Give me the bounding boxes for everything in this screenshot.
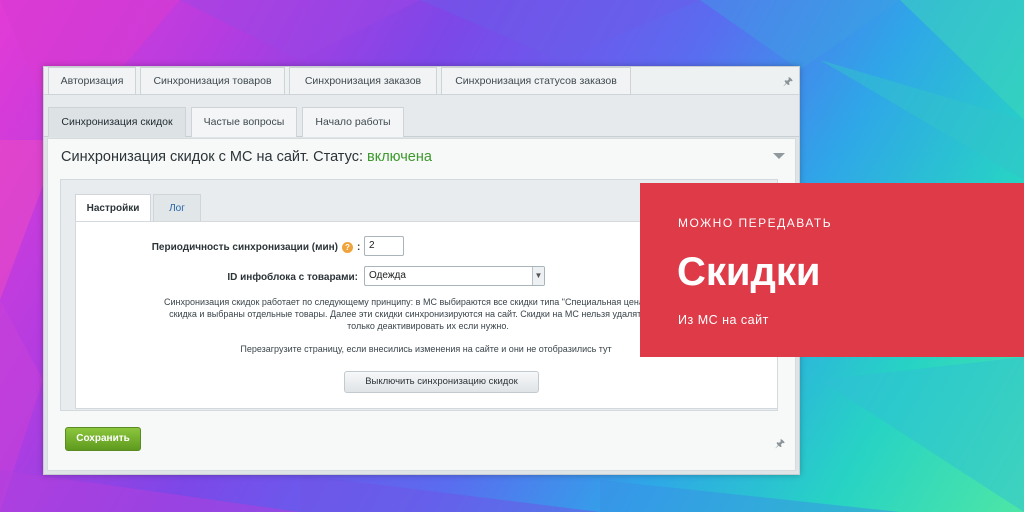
banner-subtitle: Из МС на сайт xyxy=(678,313,769,327)
tab-log[interactable]: Лог xyxy=(153,194,201,222)
period-input[interactable]: 2 xyxy=(364,236,404,256)
tab-getting-started[interactable]: Начало работы xyxy=(302,107,404,137)
top-tabs: Авторизация Синхронизация товаров Синхро… xyxy=(44,67,799,95)
tab-orders-sync[interactable]: Синхронизация заказов xyxy=(289,67,437,95)
promo-banner: МОЖНО ПЕРЕДАВАТЬ Скидки Из МС на сайт xyxy=(640,183,1024,357)
iblock-select-value: Одежда xyxy=(369,270,406,281)
tab-order-status-sync[interactable]: Синхронизация статусов заказов xyxy=(441,67,631,95)
status-heading: Синхронизация скидок с МС на сайт. Стату… xyxy=(61,149,432,165)
period-label: Периодичность синхронизации (мин) xyxy=(151,242,338,253)
tab-faq[interactable]: Частые вопросы xyxy=(191,107,297,137)
iblock-label: ID инфоблока с товарами: xyxy=(227,272,358,283)
disable-sync-button[interactable]: Выключить синхронизацию скидок xyxy=(344,371,539,393)
tab-discounts-sync[interactable]: Синхронизация скидок xyxy=(48,107,186,137)
banner-kicker: МОЖНО ПЕРЕДАВАТЬ xyxy=(678,216,833,230)
banner-title: Скидки xyxy=(677,250,821,294)
status-value: включена xyxy=(367,149,432,165)
pin-icon[interactable]: 🖈 xyxy=(775,435,785,454)
save-button[interactable]: Сохранить xyxy=(65,427,141,451)
iblock-select[interactable]: Одежда ▼ xyxy=(364,266,545,286)
second-tabs: Синхронизация скидок Частые вопросы Нача… xyxy=(44,95,799,137)
chevron-down-icon: ▼ xyxy=(532,267,544,285)
help-icon[interactable]: ? xyxy=(342,242,353,253)
pin-icon[interactable]: 🖈 xyxy=(783,73,793,92)
tab-products-sync[interactable]: Синхронизация товаров xyxy=(140,67,285,95)
tab-settings[interactable]: Настройки xyxy=(75,194,151,222)
status-title-text: Синхронизация скидок с МС на сайт. Стату… xyxy=(61,149,363,165)
collapse-arrow-icon[interactable] xyxy=(773,153,785,159)
period-colon: : xyxy=(357,242,361,253)
tab-authorization[interactable]: Авторизация xyxy=(48,67,136,95)
